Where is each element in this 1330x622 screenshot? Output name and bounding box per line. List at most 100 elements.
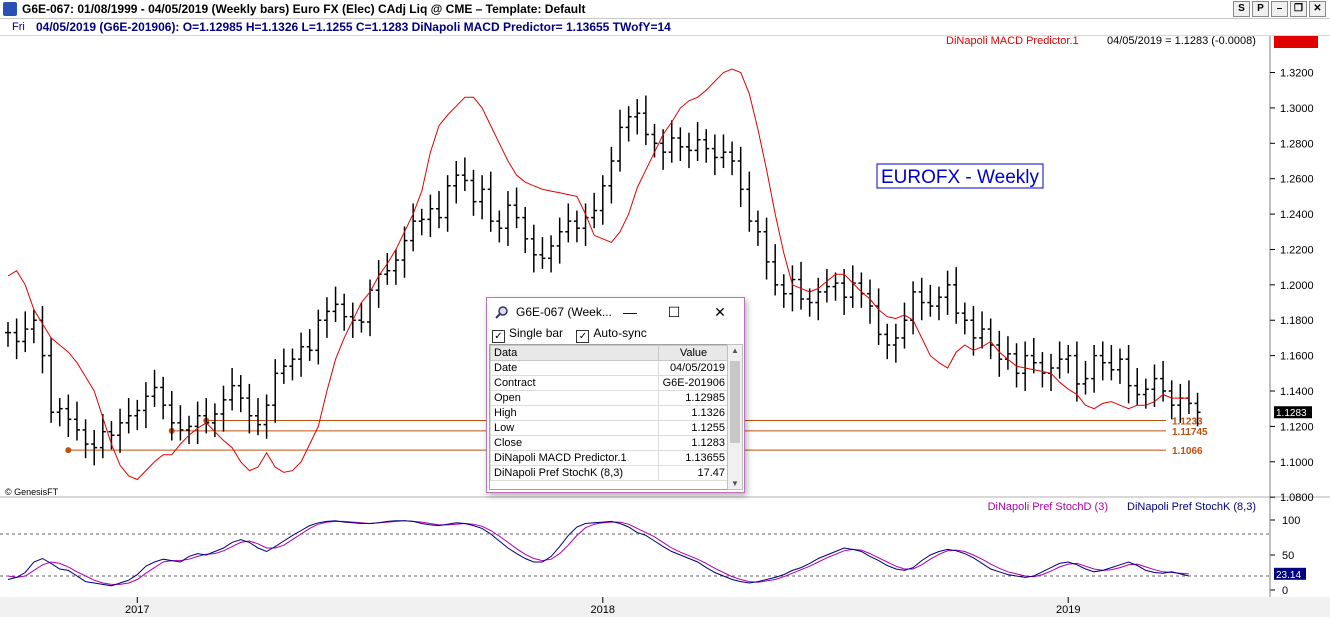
price-bar[interactable] [944,270,951,315]
price-bar[interactable] [203,398,210,434]
price-bar[interactable] [125,398,132,434]
price-bar[interactable] [134,399,141,430]
price-bar[interactable] [323,297,330,338]
price-bar[interactable] [1151,364,1158,407]
price-bar[interactable] [48,337,55,423]
price-bar[interactable] [22,311,29,353]
price-bar[interactable] [1099,341,1106,381]
price-bar[interactable] [548,235,555,273]
price-bar[interactable] [194,401,201,445]
price-bar[interactable] [711,134,718,176]
price-bar[interactable] [418,208,425,236]
price-bar[interactable] [910,281,917,335]
window-title-bar[interactable]: G6E-067: 01/08/1999 - 04/05/2019 (Weekly… [0,0,1330,19]
column-header-data[interactable]: Data [490,345,659,361]
price-bar[interactable] [565,203,572,243]
price-bar[interactable] [453,161,460,204]
price-bar[interactable] [461,157,468,192]
price-bar[interactable] [617,109,624,172]
price-bar[interactable] [703,129,710,163]
price-bar[interactable] [1082,360,1089,395]
price-bar[interactable] [479,175,486,220]
price-bar[interactable] [634,99,641,135]
price-bar[interactable] [729,141,736,176]
table-row[interactable]: Open 1.12985 [490,390,728,406]
table-row[interactable]: Low 1.1255 [490,420,728,436]
scroll-down-arrow-icon[interactable]: ▼ [728,479,742,488]
price-bar[interactable] [1013,343,1020,388]
price-bar[interactable] [694,122,701,161]
data-window-close-button[interactable]: ✕ [705,302,735,322]
price-bar[interactable] [5,322,11,347]
price-bar[interactable] [625,106,632,142]
price-bar[interactable] [746,171,753,232]
price-bar[interactable] [272,359,279,423]
price-bar[interactable] [444,175,451,232]
stoch-panel[interactable]: 100 50 0 23.14 [0,515,1306,597]
price-bar[interactable] [970,306,977,356]
price-bar[interactable] [961,302,968,335]
price-bar[interactable] [254,398,261,436]
price-bar[interactable] [953,267,960,324]
scroll-up-arrow-icon[interactable]: ▲ [728,346,742,355]
price-bar[interactable] [737,146,744,207]
price-bar[interactable] [487,171,494,232]
print-p-button[interactable]: P [1252,1,1269,17]
price-bar[interactable] [401,226,408,278]
price-bar[interactable] [246,383,253,434]
price-bar[interactable] [220,385,227,432]
price-bar[interactable] [530,224,537,273]
price-bar[interactable] [280,348,287,384]
price-bar[interactable] [823,268,830,303]
table-row[interactable]: Close 1.1283 [490,435,728,451]
price-bar[interactable] [599,175,606,225]
price-bar[interactable] [1185,380,1192,414]
price-bar[interactable] [13,318,20,360]
price-bar[interactable] [410,203,417,252]
price-bar[interactable] [82,419,89,459]
price-bar[interactable] [754,210,761,246]
price-bar[interactable] [229,368,236,411]
price-bar[interactable] [789,265,796,312]
price-bar[interactable] [513,187,520,229]
price-bar[interactable] [1134,368,1141,406]
close-button[interactable]: ✕ [1309,1,1326,17]
price-bar[interactable] [642,95,649,146]
price-bar[interactable] [160,376,167,420]
price-bar[interactable] [539,237,546,269]
price-bar[interactable] [392,249,399,285]
price-bar[interactable] [798,261,805,310]
price-bar[interactable] [806,288,813,317]
data-window-minimize-button[interactable]: — [615,302,645,322]
price-bar[interactable] [427,194,434,238]
price-bar[interactable] [979,311,986,349]
restore-button[interactable]: ❐ [1290,1,1307,17]
price-bar[interactable] [151,369,158,407]
price-bar[interactable] [522,207,529,253]
price-bar[interactable] [30,309,37,344]
price-bar[interactable] [1056,341,1063,379]
price-bar[interactable] [117,408,124,453]
price-bar[interactable] [56,398,63,427]
price-bar[interactable] [504,191,511,246]
time-axis[interactable] [0,597,1330,617]
price-bar[interactable] [298,332,305,377]
scroll-thumb[interactable] [730,361,740,443]
price-bar[interactable] [884,323,891,360]
price-bar[interactable] [142,382,149,429]
data-window-scrollbar[interactable]: ▲ ▼ [727,344,743,490]
price-bar[interactable] [1168,380,1175,420]
price-bar[interactable] [1039,352,1046,388]
price-bar[interactable] [1030,337,1037,374]
price-bar[interactable] [237,375,244,413]
price-bar[interactable] [1004,336,1011,370]
price-bar[interactable] [384,253,391,285]
price-bar[interactable] [306,329,313,361]
price-bar[interactable] [1065,345,1072,374]
price-bar[interactable] [780,274,787,308]
price-bar[interactable] [772,244,779,296]
table-row[interactable]: DiNapoli MACD Predictor.1 1.13655 [490,450,728,466]
price-bar[interactable] [685,132,692,169]
price-bar[interactable] [763,217,770,280]
price-bar[interactable] [263,394,270,439]
